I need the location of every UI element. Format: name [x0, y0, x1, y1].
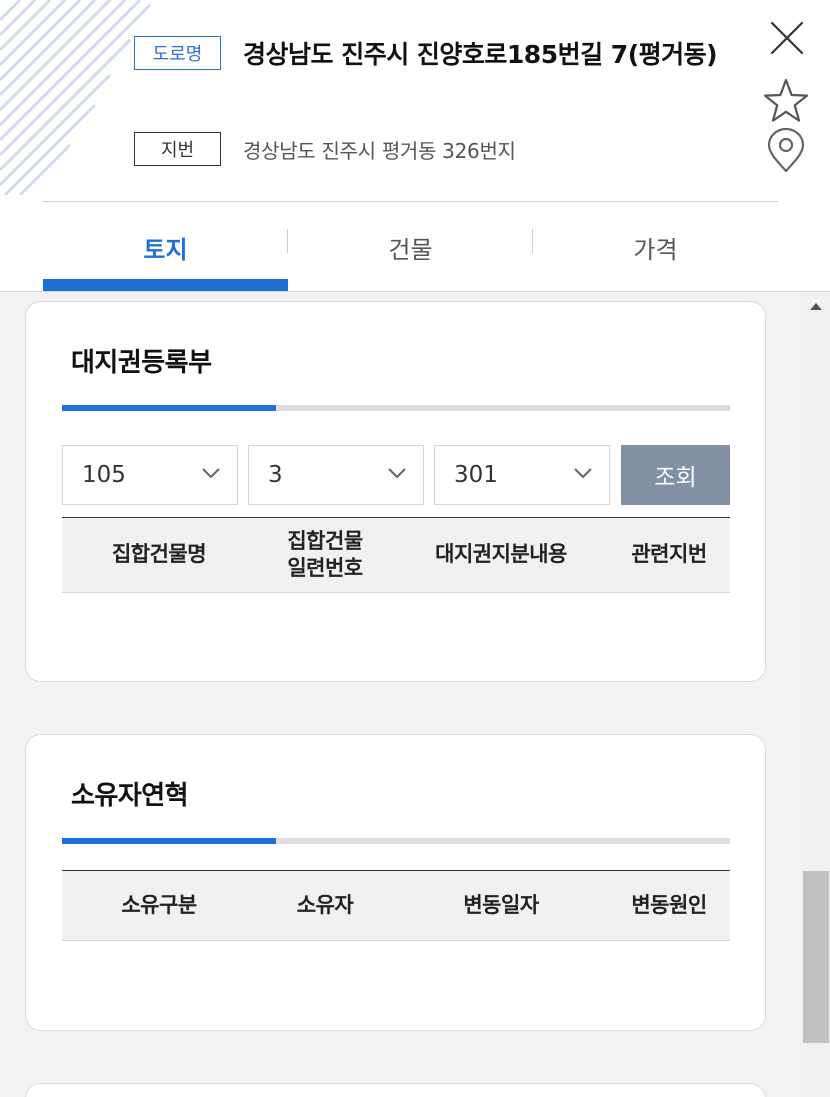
- unit-select[interactable]: 301: [434, 445, 610, 505]
- ownership-table-header: 소유구분 소유자 변동일자 변동원인: [62, 870, 730, 941]
- chevron-down-icon: [202, 468, 220, 479]
- column-header: 관련지번: [631, 542, 707, 567]
- column-header: 소유자: [296, 892, 354, 917]
- vertical-scrollbar[interactable]: [802, 293, 830, 1097]
- land-rights-registry-title: 대지권등록부: [71, 348, 212, 378]
- address-header: 도로명 경상남도 진주시 진양호로185번길 7(평거동) 지번 경상남도 진주…: [0, 0, 830, 292]
- land-rights-table-header: 집합건물명 집합건물 일련번호 대지권지분내용 관련지번: [62, 517, 730, 593]
- ownership-history-card: 소유자연혁 소유구분 소유자 변동일자 변동원인: [25, 734, 766, 1031]
- scrollbar-thumb[interactable]: [803, 871, 829, 1043]
- column-header: 집합건물 일련번호: [287, 528, 363, 580]
- dong-select-value: 105: [82, 462, 126, 488]
- column-header: 집합건물명: [111, 542, 207, 567]
- content-area: 대지권등록부 105 3 301 조회 집합건물명 집합건물 일련번호 대지권지…: [0, 293, 802, 1097]
- jibun-address-text: 경상남도 진주시 평거동 326번지: [243, 138, 516, 163]
- star-icon[interactable]: [762, 77, 810, 123]
- scroll-up-arrow-icon[interactable]: [810, 303, 822, 310]
- dong-select[interactable]: 105: [62, 445, 238, 505]
- tab-land[interactable]: 토지: [43, 212, 288, 291]
- chevron-down-icon: [574, 468, 592, 479]
- section-progress-fill: [62, 405, 276, 411]
- tab-building[interactable]: 건물: [288, 212, 533, 291]
- chevron-down-icon: [388, 468, 406, 479]
- floor-select-value: 3: [268, 462, 283, 488]
- column-header: 변동원인: [631, 892, 707, 917]
- ownership-history-title: 소유자연혁: [71, 781, 189, 811]
- query-button[interactable]: 조회: [621, 445, 730, 505]
- section-progress-bar: [62, 405, 730, 411]
- land-rights-registry-card: 대지권등록부 105 3 301 조회 집합건물명 집합건물 일련번호 대지권지…: [25, 301, 766, 682]
- unit-select-value: 301: [454, 462, 498, 488]
- header-divider: [43, 201, 778, 202]
- column-header: 대지권지분내용: [435, 542, 567, 567]
- jibun-address-badge: 지번: [134, 132, 221, 166]
- tab-separator: [532, 229, 533, 253]
- road-address-badge: 도로명: [134, 36, 221, 70]
- tab-separator: [287, 229, 288, 253]
- column-header: 소유구분: [121, 892, 197, 917]
- section-progress-fill: [62, 838, 276, 844]
- category-tabs: 토지 건물 가격: [43, 212, 778, 291]
- column-header: 변동일자: [463, 892, 539, 917]
- road-address-row: 도로명 경상남도 진주시 진양호로185번길 7(평거동): [134, 35, 718, 71]
- tab-price[interactable]: 가격: [533, 212, 778, 291]
- jibun-address-row: 지번 경상남도 진주시 평거동 326번지: [134, 132, 516, 166]
- next-section-card: [25, 1083, 766, 1097]
- road-address-text: 경상남도 진주시 진양호로185번길 7(평거동): [243, 40, 718, 69]
- section-progress-bar: [62, 838, 730, 844]
- close-icon[interactable]: [768, 20, 806, 56]
- location-pin-icon[interactable]: [766, 128, 806, 174]
- floor-select[interactable]: 3: [248, 445, 424, 505]
